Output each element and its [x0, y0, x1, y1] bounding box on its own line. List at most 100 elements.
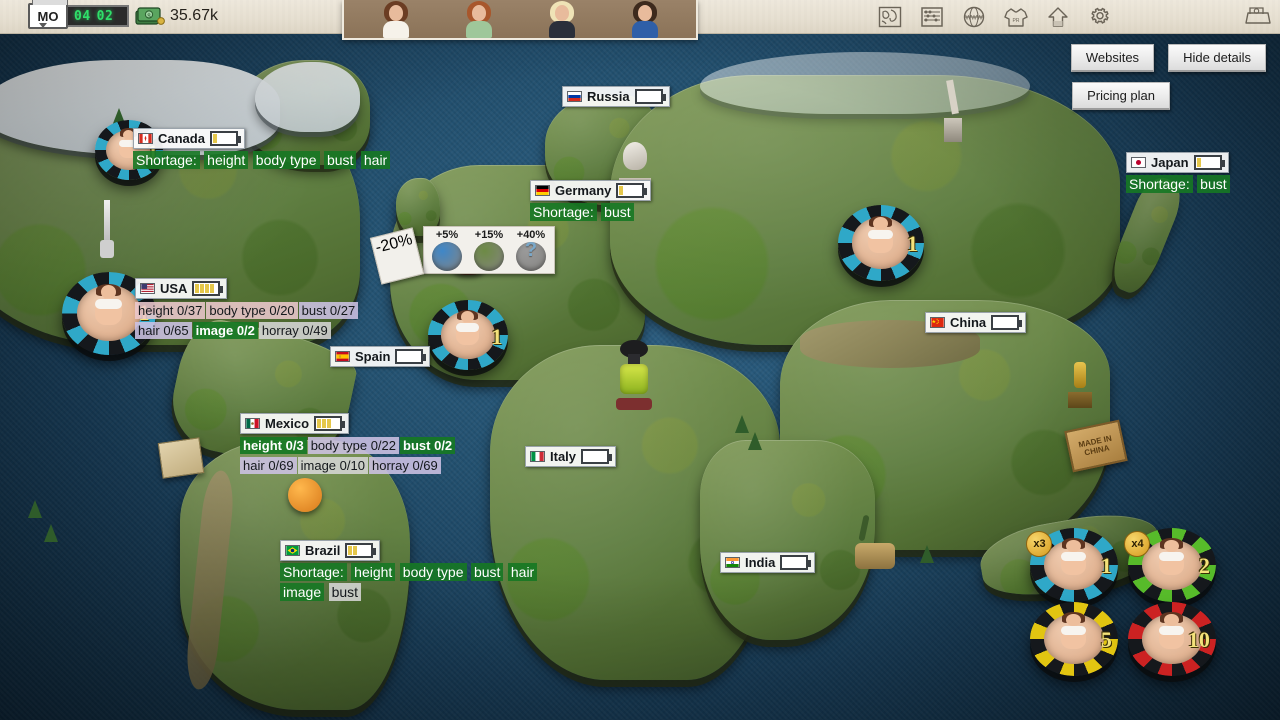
mod-unknown[interactable]: +40%?	[510, 229, 552, 271]
soccer-ball-decor	[288, 478, 322, 512]
mod-garden[interactable]: +15%	[468, 229, 510, 271]
country-india[interactable]: India	[720, 552, 815, 573]
model-portrait-3[interactable]	[541, 0, 583, 38]
upgrade-arrow-icon[interactable]	[1042, 3, 1074, 31]
country-china[interactable]: China	[925, 312, 1026, 333]
modifier-cards[interactable]: +5% +15%+40%?	[423, 226, 555, 274]
country-name: China	[950, 315, 986, 330]
country-header-japan[interactable]: Japan	[1126, 152, 1229, 173]
country-germany[interactable]: GermanyShortage: bust	[530, 180, 651, 223]
flag-india	[725, 557, 740, 568]
stack-chip-5[interactable]: 5	[1030, 602, 1118, 676]
stat-value: 0/37	[177, 303, 202, 318]
country-capacity-bar	[192, 281, 220, 296]
modifier-unknown-glyph: ?	[510, 229, 552, 271]
chip-asia[interactable]: 1	[838, 205, 924, 281]
hide-details-button[interactable]: Hide details	[1168, 44, 1266, 72]
www-globe-icon[interactable]: WWW	[958, 3, 990, 31]
abacus-icon[interactable]	[916, 3, 948, 31]
chip-number: 1	[1101, 553, 1112, 579]
country-header-russia[interactable]: Russia	[562, 86, 670, 107]
country-header-germany[interactable]: Germany	[530, 180, 651, 201]
country-brazil[interactable]: BrazilShortage: height body type bust ha…	[280, 540, 540, 603]
country-header-canada[interactable]: Canada	[133, 128, 245, 149]
tree-decor-3	[28, 500, 42, 518]
shortage-prefix: Shortage:	[280, 563, 347, 581]
model-portrait-1[interactable]	[375, 0, 417, 38]
country-capacity-bar	[991, 315, 1019, 330]
country-mexico[interactable]: Mexicoheight 0/3body type 0/22bust 0/2ha…	[240, 413, 456, 476]
model-portrait-2[interactable]	[458, 0, 500, 38]
country-header-usa[interactable]: USA	[135, 278, 227, 299]
lighthouse-decor	[100, 200, 114, 258]
gear-icon[interactable]	[1084, 3, 1116, 31]
battery-cell	[353, 546, 357, 555]
country-name: Italy	[550, 449, 576, 464]
mod-pool[interactable]: +5%	[426, 229, 468, 271]
shortage-item: image	[280, 583, 324, 601]
stat-label: horray	[262, 323, 299, 338]
world-map-icon[interactable]	[874, 3, 906, 31]
stack-chip-2[interactable]: 2x4	[1128, 528, 1216, 602]
battery-cell	[200, 284, 204, 293]
stat-value: 0/65	[163, 323, 188, 338]
country-stats-mexico: height 0/3body type 0/22bust 0/2hair 0/6…	[240, 436, 456, 476]
websites-button[interactable]: Websites	[1071, 44, 1154, 72]
stat-value: 0/10	[340, 458, 365, 473]
country-header-brazil[interactable]: Brazil	[280, 540, 380, 561]
country-header-mexico[interactable]: Mexico	[240, 413, 349, 434]
top-icon-bar: WWW PR	[874, 3, 1274, 31]
flag-canada	[138, 133, 153, 144]
country-header-italy[interactable]: Italy	[525, 446, 616, 467]
country-japan[interactable]: Japan Shortage: bust	[1126, 152, 1230, 195]
country-russia[interactable]: Russia	[562, 86, 670, 107]
stat-body-type: body type 0/20	[206, 302, 297, 319]
shortage-item: bust	[1197, 175, 1229, 193]
shortage-item: bust	[471, 563, 503, 581]
country-header-china[interactable]: China	[925, 312, 1026, 333]
battery-cell	[210, 284, 214, 293]
stat-label: bust	[302, 303, 327, 318]
model-portrait-4[interactable]	[624, 0, 666, 38]
pricing-plan-button[interactable]: Pricing plan	[1072, 82, 1170, 110]
calendar-widget[interactable]: MO 04 02	[28, 3, 129, 29]
money-widget: $ 35.67k	[135, 5, 218, 27]
country-canada[interactable]: CanadaShortage: height body type bust ha…	[133, 128, 390, 171]
right-button-stack: Websites Hide details Pricing plan	[1006, 44, 1266, 110]
country-spain[interactable]: Spain	[330, 346, 430, 367]
tree-decor-1	[735, 415, 749, 433]
chip-number: 1	[907, 231, 918, 257]
calendar-day-label: MO	[28, 3, 68, 29]
chip-model-art	[1049, 540, 1098, 589]
country-capacity-bar	[345, 543, 373, 558]
flag-usa	[140, 283, 155, 294]
stat-value: 0/49	[302, 323, 327, 338]
country-name: Brazil	[305, 543, 340, 558]
scroll-decor	[158, 437, 205, 478]
stack-chip-10[interactable]: 10	[1128, 602, 1216, 676]
country-header-spain[interactable]: Spain	[330, 346, 430, 367]
model-portrait-panel[interactable]	[342, 0, 698, 40]
stat-label: hair	[138, 323, 160, 338]
chip-europe[interactable]: 1	[428, 300, 508, 370]
country-shortage-germany: Shortage: bust	[530, 203, 651, 223]
stat-label: hair	[243, 458, 265, 473]
mail-icon[interactable]	[1242, 3, 1274, 31]
shortage-prefix: Shortage:	[1126, 175, 1193, 193]
chip-model-art	[1147, 540, 1196, 589]
shortage-prefix: Shortage:	[133, 151, 200, 169]
shortage-item: bust	[601, 203, 633, 221]
country-italy[interactable]: Italy	[525, 446, 616, 467]
country-usa[interactable]: USAheight 0/37body type 0/20bust 0/27hai…	[135, 278, 359, 341]
battery-cell	[322, 419, 326, 428]
stat-height: height 0/37	[135, 302, 205, 319]
battery-cell	[213, 134, 217, 143]
stack-chip-1[interactable]: 1x3	[1030, 528, 1118, 602]
svg-text:PR: PR	[1013, 18, 1020, 24]
modifier-percent: +5%	[436, 229, 458, 241]
tshirt-icon[interactable]: PR	[1000, 3, 1032, 31]
stat-value: 0/69	[412, 458, 437, 473]
stat-hair: hair 0/65	[135, 322, 192, 339]
country-capacity-bar	[210, 131, 238, 146]
country-header-india[interactable]: India	[720, 552, 815, 573]
